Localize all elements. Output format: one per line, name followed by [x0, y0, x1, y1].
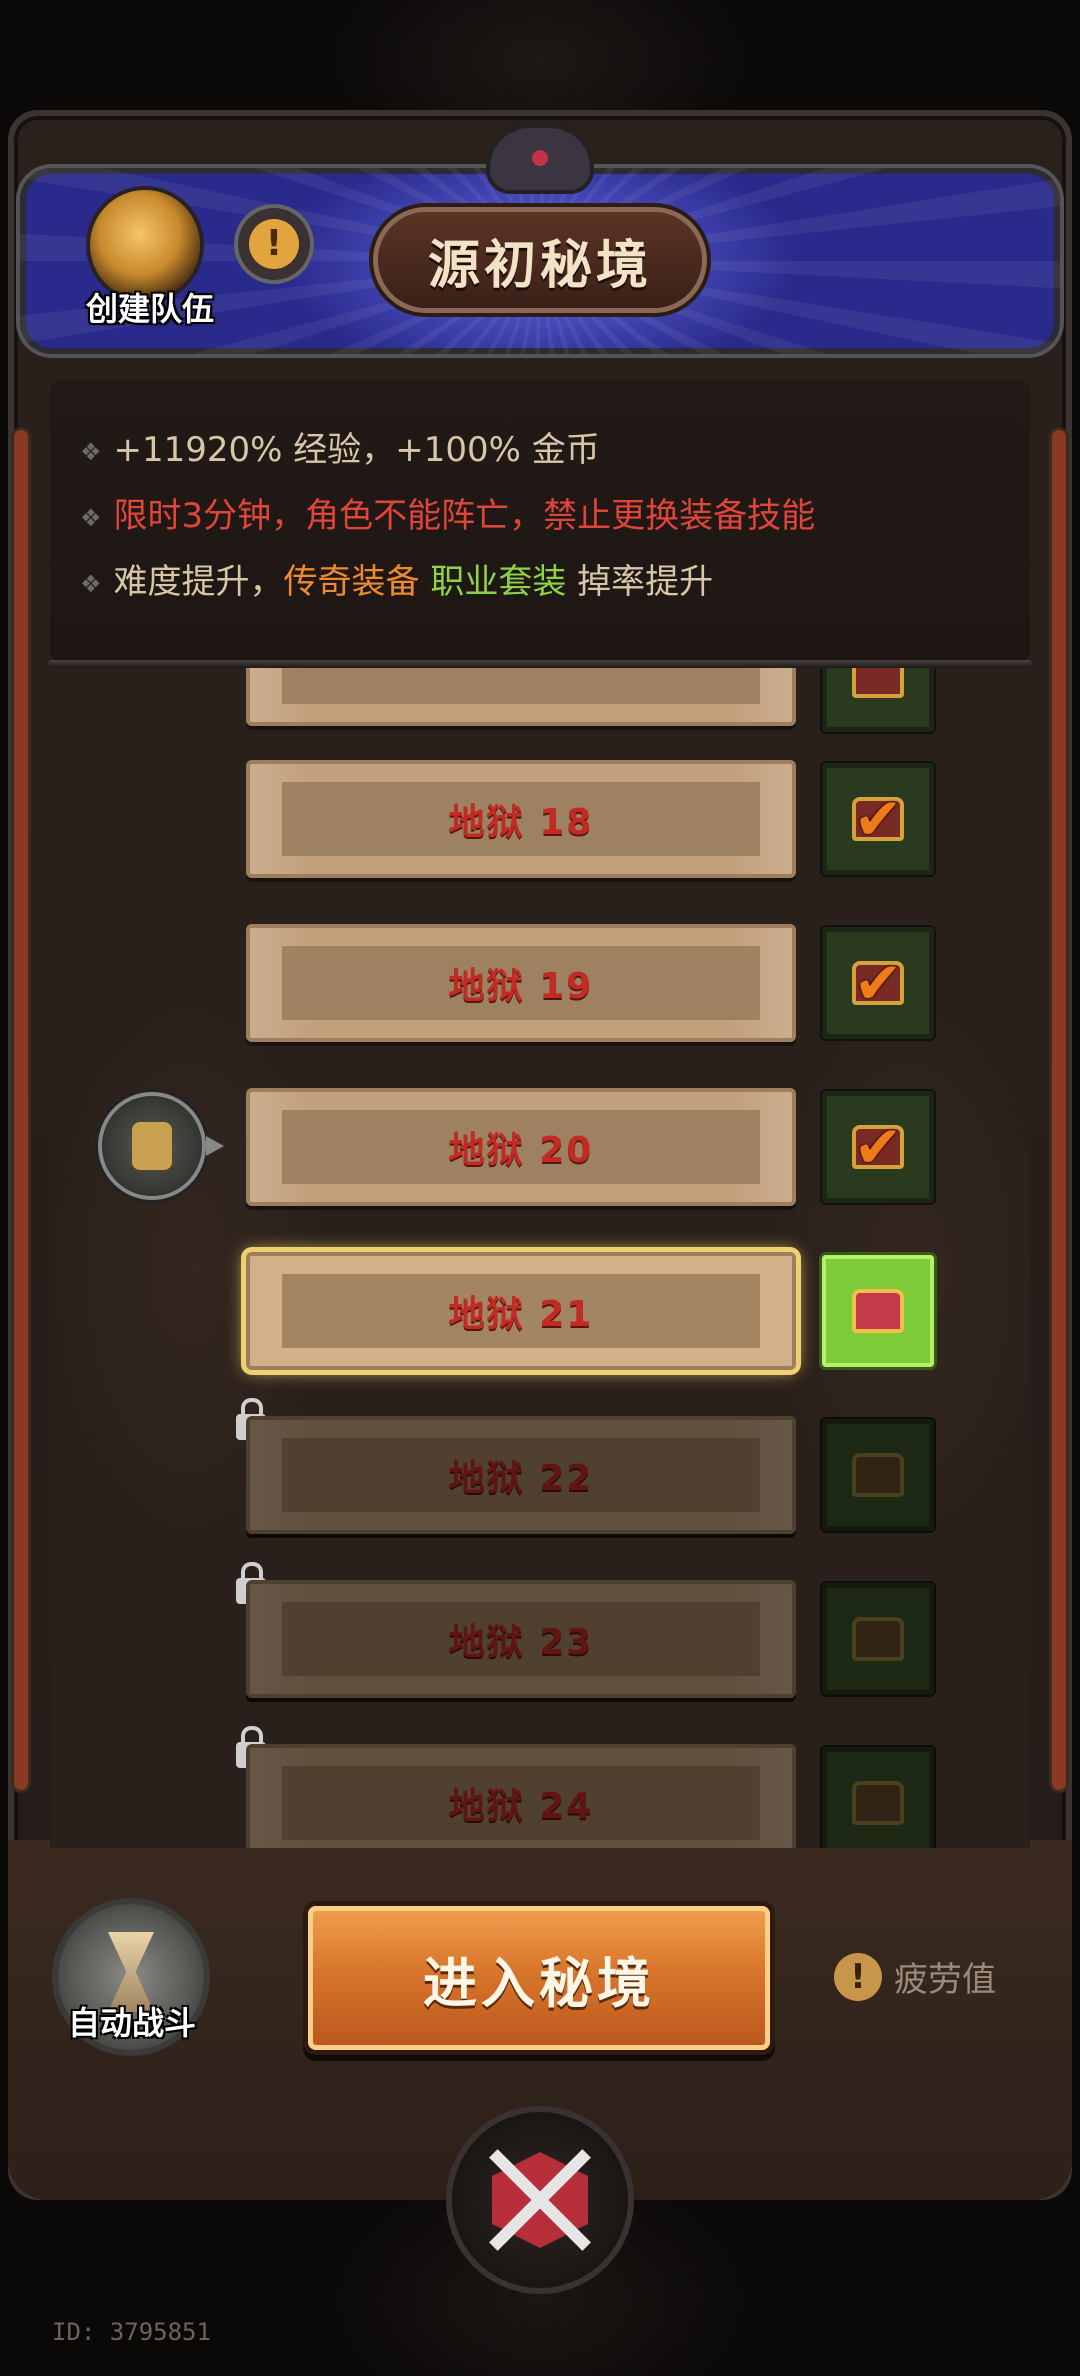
level-row[interactable]: 地狱 20: [246, 1088, 796, 1206]
level-row-locked[interactable]: 地狱 23: [246, 1580, 796, 1698]
level-row-locked[interactable]: 地狱 22: [246, 1416, 796, 1534]
fatigue-label: 疲劳值: [894, 1960, 996, 2000]
class-set-text: 职业套装: [430, 562, 567, 602]
left-frame-rail: [14, 430, 28, 1790]
level-row[interactable]: 地狱 19: [246, 924, 796, 1042]
chest-button-locked[interactable]: [822, 1419, 934, 1531]
chest-button-available[interactable]: [822, 1255, 934, 1367]
level-label: 地狱 19: [448, 966, 594, 1007]
level-label: 地狱 24: [448, 1786, 594, 1827]
chest-icon: [852, 1781, 904, 1825]
bullet-icon: ❖: [80, 503, 102, 532]
enter-dungeon-button[interactable]: 进入秘境: [308, 1906, 770, 2050]
page-title: 源初秘境: [427, 235, 652, 296]
chest-button[interactable]: ✔: [822, 927, 934, 1039]
bullet-icon: ❖: [80, 569, 102, 598]
level-row-partial[interactable]: [246, 668, 796, 726]
level-label: 地狱 23: [448, 1622, 594, 1663]
info-line-rules: ❖ 限时3分钟，角色不能阵亡，禁止更换装备技能: [80, 496, 816, 536]
level-label: 地狱 22: [448, 1458, 594, 1499]
chest-button[interactable]: ✔: [822, 1091, 934, 1203]
info-line-drops: ❖ 难度提升，传奇装备 职业套装 掉率提升: [80, 562, 714, 602]
chest-icon: [852, 668, 904, 698]
title-plate: 源初秘境: [378, 212, 702, 308]
divider: [48, 660, 1032, 668]
level-row-locked[interactable]: 地狱 24: [246, 1744, 796, 1848]
checkmark-icon: ✔: [853, 1113, 903, 1181]
fatigue-info-icon: !: [834, 1952, 882, 2001]
level-row-selected[interactable]: 地狱 21: [246, 1252, 796, 1370]
chest-icon: [852, 1453, 904, 1497]
legendary-equipment-text: 传奇装备: [283, 562, 420, 602]
loot-bag-icon: [132, 1122, 172, 1170]
info-button[interactable]: !: [238, 208, 310, 280]
battle-nav-button[interactable]: [452, 2112, 628, 2288]
auto-battle-label[interactable]: 自动战斗: [52, 1998, 212, 2044]
current-position-marker: [102, 1096, 224, 1196]
level-label: 地狱 21: [448, 1294, 594, 1335]
level-row[interactable]: 地狱 18: [246, 760, 796, 878]
level-list[interactable]: 地狱 18 ✔ 地狱 19 ✔ 地狱 20 ✔ 地狱 21 地狱 22 地狱 2…: [50, 668, 1030, 1848]
chest-icon: [852, 1289, 904, 1333]
chest-button-partial[interactable]: [822, 668, 934, 732]
level-label: 地狱 20: [448, 1130, 594, 1171]
info-line-rewards: ❖ +11920% 经验，+100% 金币: [80, 430, 600, 470]
user-id: ID: 3795851: [52, 2318, 211, 2346]
chest-button[interactable]: ✔: [822, 763, 934, 875]
right-frame-rail: [1052, 430, 1066, 1790]
create-team-label[interactable]: 创建队伍: [70, 284, 230, 330]
level-label: 地狱 18: [448, 802, 594, 843]
enter-dungeon-label: 进入秘境: [423, 1951, 655, 2015]
skull-ornament-icon: [490, 128, 590, 190]
checkmark-icon: ✔: [853, 785, 903, 853]
fatigue-info[interactable]: ! 疲劳值: [834, 1952, 996, 2001]
chest-icon: [852, 1617, 904, 1661]
checkmark-icon: ✔: [853, 949, 903, 1017]
chest-button-locked[interactable]: [822, 1747, 934, 1848]
bullet-icon: ❖: [80, 437, 102, 466]
exclamation-icon: !: [249, 219, 299, 269]
chest-button-locked[interactable]: [822, 1583, 934, 1695]
